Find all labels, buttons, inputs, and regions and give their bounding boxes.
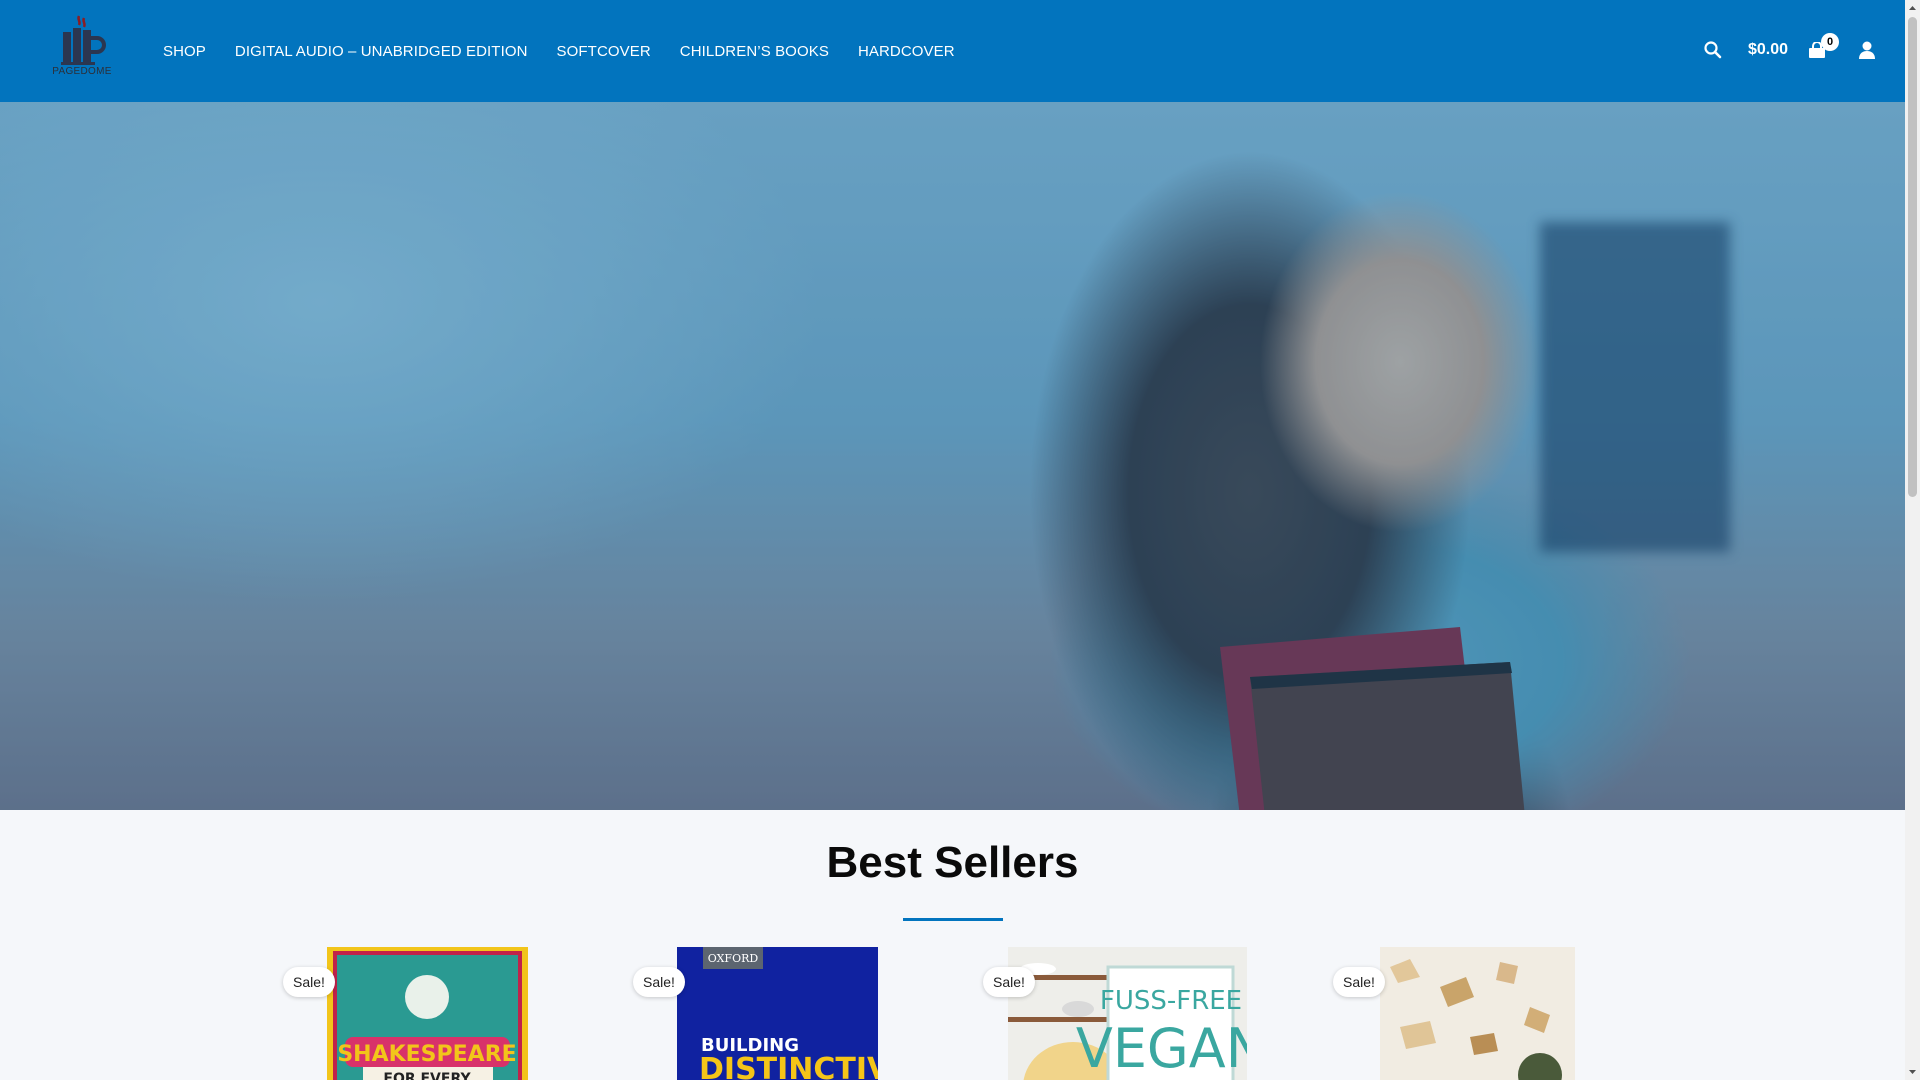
nav-item-softcover[interactable]: SOFTCOVER — [557, 43, 651, 60]
book-cover-shakespeare: SHAKESPEARE FOR EVERY — [333, 951, 522, 1080]
sale-badge: Sale! — [1333, 967, 1385, 997]
nav-item-shop[interactable]: SHOP — [163, 43, 206, 60]
product-card-image[interactable]: OXFORD BUILDING DISTINCTIVE — [677, 947, 878, 1080]
header-actions: $0.00 0 — [1645, 0, 1905, 102]
product-card-image[interactable] — [1380, 947, 1575, 1080]
primary-nav: SHOP DIGITAL AUDIO – UNABRIDGED EDITION … — [163, 0, 955, 102]
nav-item-hardcover[interactable]: HARDCOVER — [858, 43, 955, 60]
hero-banner — [0, 102, 1905, 810]
site-logo[interactable]: PAGEDOME — [44, 14, 120, 84]
nav-item-childrens-books[interactable]: CHILDREN’S BOOKS — [680, 43, 829, 60]
hero-overlay — [0, 102, 1905, 810]
cart-total[interactable]: $0.00 — [1748, 41, 1788, 59]
user-icon[interactable] — [1857, 40, 1877, 60]
site-header: PAGEDOME SHOP DIGITAL AUDIO – UNABRIDGED… — [0, 0, 1905, 102]
nav-item-digital-audio[interactable]: DIGITAL AUDIO – UNABRIDGED EDITION — [235, 43, 528, 60]
book-cover-vegan: FUSS-FREE VEGAN — [1008, 947, 1247, 1080]
scroll-down-arrow-icon[interactable] — [1908, 1067, 1917, 1076]
sale-badge: Sale! — [283, 967, 335, 997]
cover-subtitle-text: DISTINCTIVE — [699, 1052, 878, 1080]
vertical-scrollbar[interactable] — [1905, 0, 1920, 1080]
sale-badge: Sale! — [633, 967, 685, 997]
mug-logo-icon — [61, 15, 106, 65]
logo-text: PAGEDOME — [52, 66, 112, 77]
cover-publisher-text: OXFORD — [708, 952, 759, 965]
cart-count-badge: 0 — [1821, 33, 1839, 51]
cover-subtitle-text: FOR EVERY — [383, 1071, 471, 1080]
search-icon[interactable] — [1703, 40, 1723, 60]
cover-title-text: FUSS-FREE — [1100, 986, 1242, 1016]
cover-subtitle-text: VEGAN — [1076, 1017, 1247, 1080]
book-cover-illustrated — [1390, 959, 1562, 1080]
scroll-up-arrow-icon[interactable] — [1908, 4, 1917, 13]
heading-underline — [903, 918, 1003, 921]
best-sellers-heading: Best Sellers — [826, 838, 1079, 887]
product-card-image[interactable]: SHAKESPEARE FOR EVERY — [327, 947, 528, 1080]
sale-badge: Sale! — [983, 967, 1035, 997]
cover-title-text: SHAKESPEARE — [337, 1042, 516, 1067]
book-cover-oxford: OXFORD BUILDING DISTINCTIVE — [699, 947, 878, 1080]
product-card-image[interactable]: FUSS-FREE VEGAN — [1008, 947, 1247, 1080]
scrollbar-thumb[interactable] — [1908, 17, 1917, 497]
